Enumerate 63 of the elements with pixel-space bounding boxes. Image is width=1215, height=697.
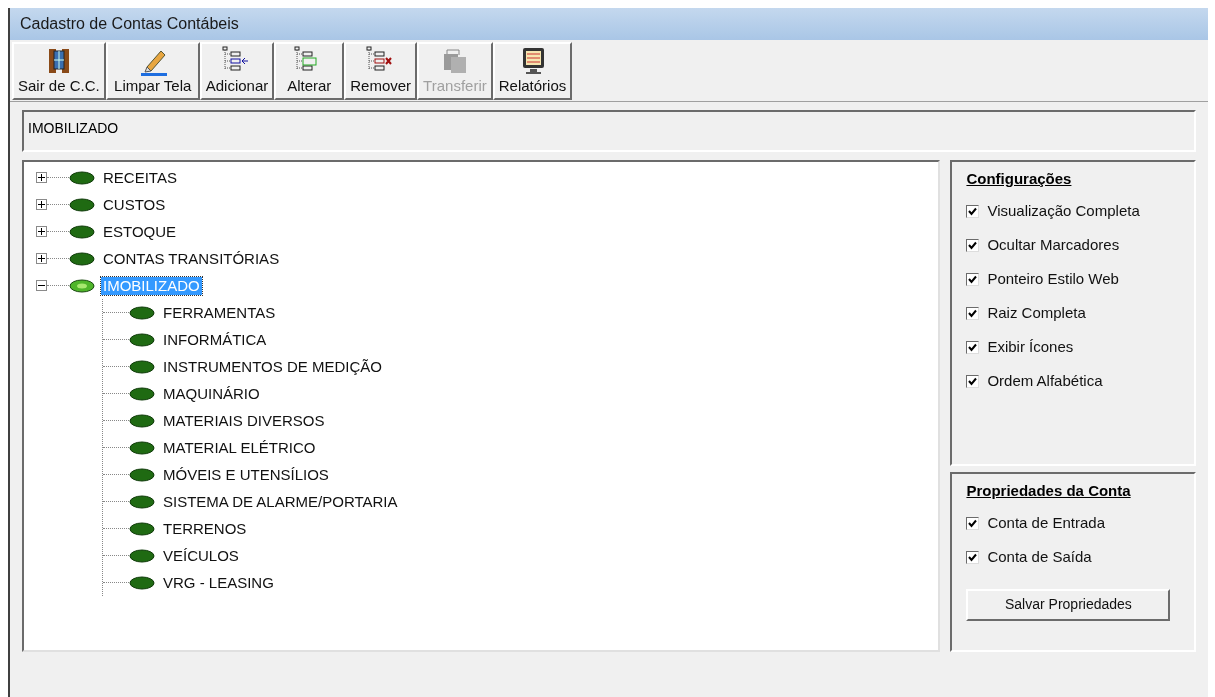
account-icon — [129, 413, 155, 428]
tree-item-label[interactable]: RECEITAS — [101, 168, 179, 187]
toolbar-button[interactable]: Adicionar — [199, 42, 275, 100]
checkbox[interactable] — [966, 205, 980, 218]
checkbox[interactable] — [966, 341, 980, 354]
account-icon — [129, 521, 155, 536]
collapse-icon[interactable] — [36, 280, 47, 291]
toolbar-button[interactable]: Limpar Tela — [105, 42, 200, 100]
toolbar-button[interactable]: Sair de C.C. — [12, 42, 106, 100]
tree-item-label[interactable]: SISTEMA DE ALARME/PORTARIA — [161, 492, 400, 511]
expand-icon[interactable] — [36, 172, 47, 183]
window-title: Cadastro de Contas Contábeis — [20, 14, 239, 34]
tree-item-label[interactable]: MATERIAL ELÉTRICO — [161, 438, 318, 457]
tree-item-label[interactable]: INSTRUMENTOS DE MEDIÇÃO — [161, 357, 384, 376]
save-properties-button[interactable]: Salvar Propriedades — [966, 588, 1171, 621]
tree-item-label[interactable]: MATERIAIS DIVERSOS — [161, 411, 327, 430]
account-icon — [69, 197, 95, 212]
toolbar-button[interactable]: Relatórios — [492, 42, 573, 100]
account-icon — [129, 575, 155, 590]
checkbox-label: Exibir Ícones — [987, 337, 1074, 358]
checkbox[interactable] — [966, 239, 980, 252]
tree-item-label[interactable]: ESTOQUE — [101, 222, 179, 241]
account-icon — [129, 548, 155, 563]
section-title: Propriedades da Conta — [966, 481, 1132, 501]
tree-item-label[interactable]: FERRAMENTAS — [161, 303, 278, 322]
account-icon — [129, 332, 155, 347]
account-icon — [129, 494, 155, 509]
expand-icon[interactable] — [36, 253, 47, 264]
checkbox[interactable] — [966, 307, 980, 320]
account-icon — [129, 440, 155, 455]
account-icon — [69, 170, 95, 185]
checkbox[interactable] — [966, 375, 980, 388]
account-icon — [129, 359, 155, 374]
checkbox-label: Conta de Saída — [987, 547, 1092, 568]
toolbar-button[interactable]: Alterar — [274, 42, 345, 100]
account-icon — [129, 305, 155, 320]
account-icon — [69, 224, 95, 239]
checkbox-label: Visualização Completa — [987, 201, 1140, 222]
tree-item-label[interactable]: MAQUINÁRIO — [161, 384, 262, 403]
path-field[interactable]: IMOBILIZADO — [22, 110, 1196, 152]
checkbox-label: Conta de Entrada — [987, 513, 1105, 534]
tree-item-label[interactable]: TERRENOS — [161, 519, 249, 538]
checkbox[interactable] — [966, 551, 980, 564]
expand-icon[interactable] — [36, 226, 47, 237]
tree-item-label[interactable]: VEÍCULOS — [161, 546, 241, 565]
checkbox-label: Ordem Alfabética — [987, 371, 1103, 392]
account-icon — [69, 278, 95, 293]
tree-item-label[interactable]: MÓVEIS E UTENSÍLIOS — [161, 465, 331, 484]
tree-item-label[interactable]: INFORMÁTICA — [161, 330, 269, 349]
expand-icon[interactable] — [36, 199, 47, 210]
tree-item-label[interactable]: CONTAS TRANSITÓRIAS — [101, 249, 282, 268]
section-title: Configurações — [966, 169, 1073, 189]
toolbar-button[interactable]: Remover — [344, 42, 418, 100]
tree-item-label[interactable]: VRG - LEASING — [161, 573, 276, 592]
account-icon — [129, 386, 155, 401]
account-icon — [129, 467, 155, 482]
checkbox[interactable] — [966, 517, 980, 530]
checkbox-label: Ponteiro Estilo Web — [987, 269, 1119, 290]
checkbox-label: Raiz Completa — [987, 303, 1086, 324]
tree-item-label[interactable]: CUSTOS — [101, 195, 168, 214]
checkbox[interactable] — [966, 273, 980, 286]
account-icon — [69, 251, 95, 266]
checkbox-label: Ocultar Marcadores — [987, 235, 1120, 256]
